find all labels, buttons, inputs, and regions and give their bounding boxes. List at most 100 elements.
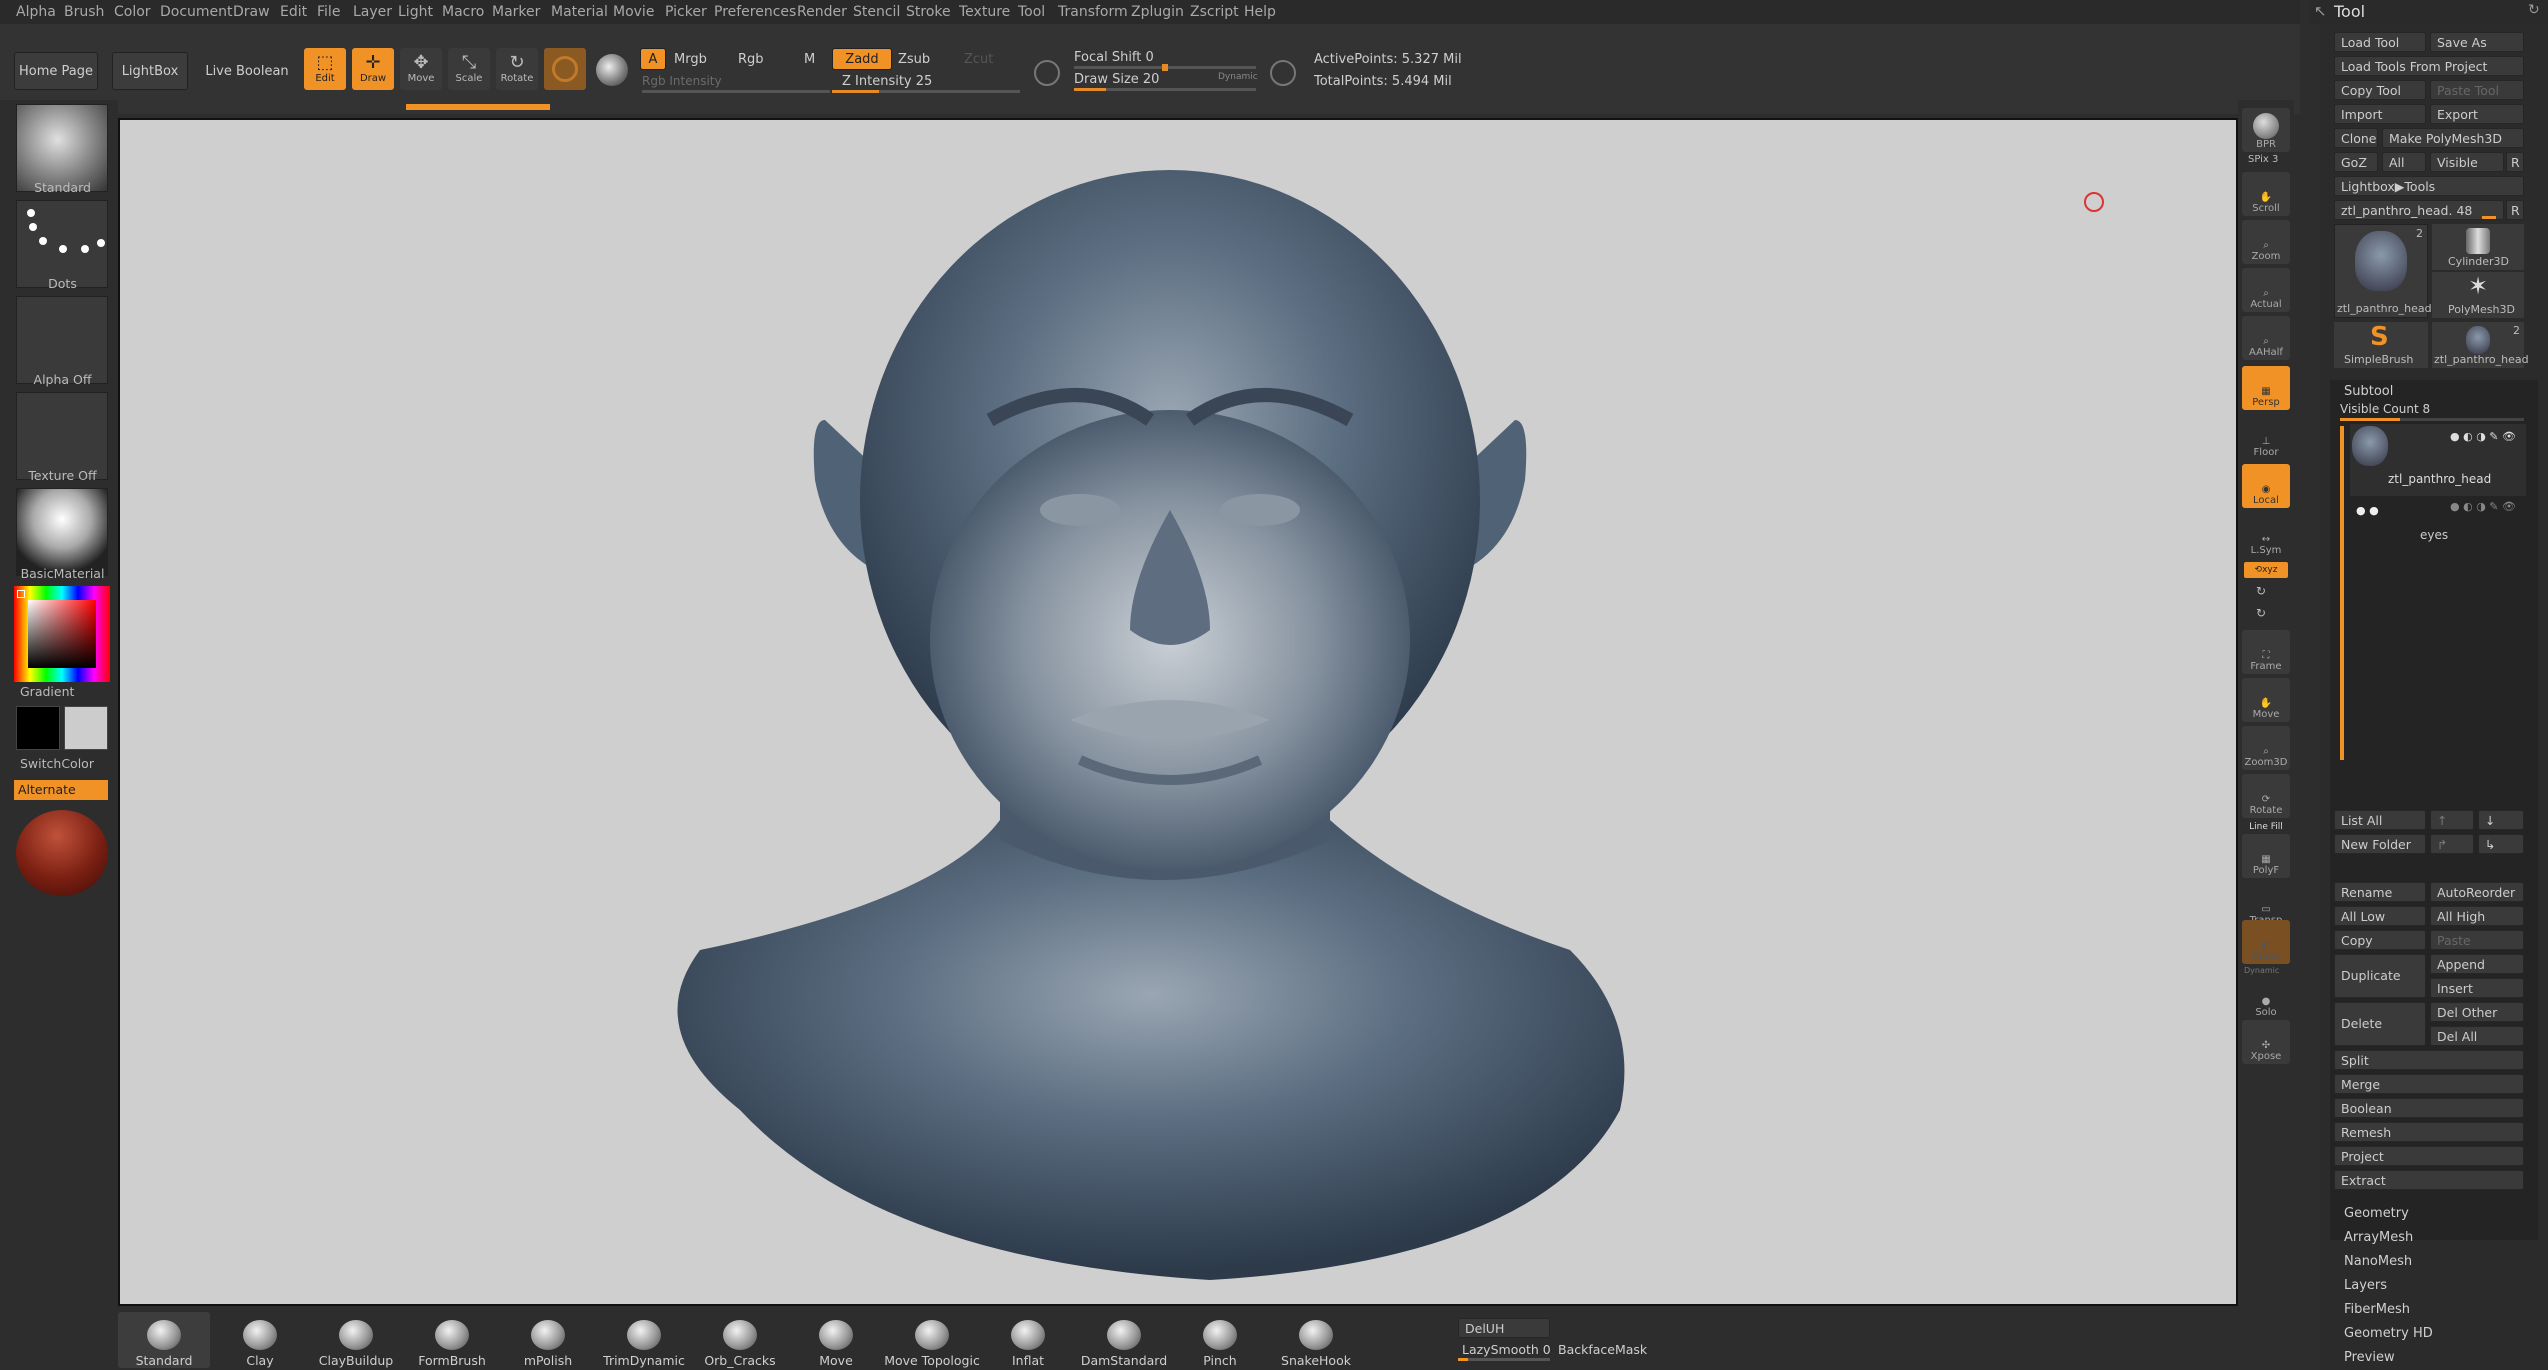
project-menu[interactable]: Project: [2334, 1146, 2524, 1166]
menu-brush[interactable]: Brush: [64, 4, 104, 20]
goz-button[interactable]: GoZ: [2334, 152, 2378, 172]
brush-pinch[interactable]: Pinch: [1174, 1312, 1266, 1368]
brush-inflat[interactable]: Inflat: [982, 1312, 1074, 1368]
floor-button[interactable]: ⊥ Floor: [2242, 416, 2290, 460]
tool-thumb-polymesh3d[interactable]: ✶ PolyMesh3D: [2432, 272, 2524, 318]
merge-menu[interactable]: Merge: [2334, 1074, 2524, 1094]
line-fill-label[interactable]: Line Fill: [2242, 822, 2290, 832]
backface-mask-toggle[interactable]: BackfaceMask: [1558, 1342, 1647, 1357]
rgb-intensity-slider[interactable]: [642, 90, 830, 93]
menu-texture[interactable]: Texture: [959, 4, 1010, 20]
menu-macro[interactable]: Macro: [442, 4, 484, 20]
menu-document[interactable]: Document: [160, 4, 233, 20]
menu-zplugin[interactable]: Zplugin: [1131, 4, 1184, 20]
deluh-button[interactable]: DelUH: [1458, 1318, 1550, 1338]
brush-move-topologic[interactable]: Move Topologic: [884, 1312, 980, 1368]
tool-thumb-panthro-head-2[interactable]: 2 ztl_panthro_head: [2432, 322, 2529, 368]
tool-thumb-panthro-head[interactable]: 2 ztl_panthro_head: [2334, 224, 2432, 318]
draw-mode-button[interactable]: ✛ Draw: [352, 48, 394, 90]
home-page-button[interactable]: Home Page: [14, 52, 98, 90]
zsub-button[interactable]: Zsub: [898, 52, 930, 67]
delete-button[interactable]: Delete: [2334, 1002, 2426, 1046]
visible-count-slider[interactable]: [2340, 418, 2524, 421]
move-mode-button[interactable]: ✥ Move: [400, 48, 442, 90]
brush-mpolish[interactable]: mPolish: [502, 1312, 594, 1368]
zcut-button[interactable]: Zcut: [964, 52, 993, 67]
menu-stroke[interactable]: Stroke: [906, 4, 951, 20]
brush-snakehook[interactable]: SnakeHook: [1270, 1312, 1362, 1368]
brush-formbrush[interactable]: FormBrush: [406, 1312, 498, 1368]
xpose-button[interactable]: ✣ Xpose: [2242, 1020, 2290, 1064]
tool-thumb-simplebrush[interactable]: S SimpleBrush: [2334, 322, 2428, 368]
duplicate-button[interactable]: Duplicate: [2334, 954, 2426, 998]
menu-preferences[interactable]: Preferences: [714, 4, 796, 20]
brush-clay[interactable]: Clay: [214, 1312, 306, 1368]
visible-count[interactable]: Visible Count 8: [2340, 402, 2430, 416]
menu-picker[interactable]: Picker: [665, 4, 707, 20]
draw-size-slider[interactable]: [1074, 88, 1256, 91]
scroll-button[interactable]: ✋ Scroll: [2242, 172, 2290, 216]
zadd-button[interactable]: Zadd: [832, 48, 892, 70]
brush-orb-cracks[interactable]: Orb_Cracks: [694, 1312, 786, 1368]
focal-shift-slider[interactable]: [1074, 64, 1256, 71]
brush-trimdynamic[interactable]: TrimDynamic: [598, 1312, 690, 1368]
local-button[interactable]: ◉ Local: [2242, 464, 2290, 508]
all-high-button[interactable]: All High: [2430, 906, 2524, 926]
geometry-hd-section[interactable]: Geometry HD: [2344, 1326, 2433, 1341]
menu-material[interactable]: Material: [551, 4, 608, 20]
folder-out-icon[interactable]: ↱: [2430, 834, 2474, 854]
alpha-thumbnail[interactable]: [16, 296, 108, 384]
goz-all-button[interactable]: All: [2382, 152, 2426, 172]
switch-color-button[interactable]: SwitchColor: [20, 756, 94, 771]
persp-button[interactable]: ▦ Persp: [2242, 366, 2290, 410]
geometry-section[interactable]: Geometry: [2344, 1206, 2409, 1221]
menu-movie[interactable]: Movie: [613, 4, 654, 20]
mrgb-button[interactable]: Mrgb: [674, 52, 707, 67]
move-down-arrow-icon[interactable]: ↓: [2478, 810, 2524, 830]
menu-edit[interactable]: Edit: [280, 4, 307, 20]
clone-button[interactable]: Clone: [2334, 128, 2378, 148]
copy-subtool-button[interactable]: Copy: [2334, 930, 2426, 950]
spix-setting[interactable]: SPix 3: [2248, 154, 2278, 165]
brush-thumbnail[interactable]: [16, 104, 108, 192]
menu-marker[interactable]: Marker: [492, 4, 540, 20]
copy-tool-button[interactable]: Copy Tool: [2334, 80, 2426, 100]
menu-stencil[interactable]: Stencil: [853, 4, 900, 20]
color-picker[interactable]: [14, 586, 110, 682]
live-boolean-button[interactable]: Live Boolean: [200, 52, 294, 90]
menu-transform[interactable]: Transform: [1058, 4, 1128, 20]
aahalf-button[interactable]: ⌕ AAHalf: [2242, 316, 2290, 360]
menu-render[interactable]: Render: [797, 4, 847, 20]
brush-preview-button[interactable]: [544, 48, 586, 90]
texture-thumbnail[interactable]: [16, 392, 108, 480]
goz-r-button[interactable]: R: [2506, 152, 2524, 172]
brush-claybuildup[interactable]: ClayBuildup: [310, 1312, 402, 1368]
brush-damstandard[interactable]: DamStandard: [1078, 1312, 1170, 1368]
subtool-visibility-icons[interactable]: ● ◐ ◑ ✎ 👁: [2450, 430, 2516, 443]
spotlight-s-icon[interactable]: [1034, 60, 1060, 86]
menu-help[interactable]: Help: [1244, 4, 1276, 20]
subtool-scrollbar[interactable]: [2340, 426, 2344, 760]
menu-zscript[interactable]: Zscript: [1190, 4, 1239, 20]
m-button[interactable]: M: [804, 52, 815, 67]
load-tools-from-project-button[interactable]: Load Tools From Project: [2334, 56, 2524, 76]
menu-file[interactable]: File: [317, 4, 340, 20]
material-thumbnail[interactable]: [16, 488, 108, 576]
refresh-icon[interactable]: ↻: [2528, 2, 2540, 18]
move-up-arrow-icon[interactable]: ↑: [2430, 810, 2474, 830]
all-low-button[interactable]: All Low: [2334, 906, 2426, 926]
make-polymesh3d-button[interactable]: Make PolyMesh3D: [2382, 128, 2524, 148]
del-other-button[interactable]: Del Other: [2430, 1002, 2524, 1022]
menu-alpha[interactable]: Alpha: [16, 4, 56, 20]
del-all-button[interactable]: Del All: [2430, 1026, 2524, 1046]
layers-section[interactable]: Layers: [2344, 1278, 2387, 1293]
split-menu[interactable]: Split: [2334, 1050, 2524, 1070]
lsym-button[interactable]: ↔ L.Sym: [2242, 514, 2290, 558]
move-view-button[interactable]: ✋ Move: [2242, 678, 2290, 722]
zoom3d-button[interactable]: ⌕ Zoom3D: [2242, 726, 2290, 770]
menu-light[interactable]: Light: [398, 4, 433, 20]
save-as-button[interactable]: Save As: [2430, 32, 2524, 52]
eyes-visibility-icons[interactable]: ● ◐ ◑ ✎ 👁: [2450, 500, 2516, 513]
list-all-button[interactable]: List All: [2334, 810, 2426, 830]
ghost-button[interactable]: ◐ Ghost: [2242, 920, 2290, 964]
